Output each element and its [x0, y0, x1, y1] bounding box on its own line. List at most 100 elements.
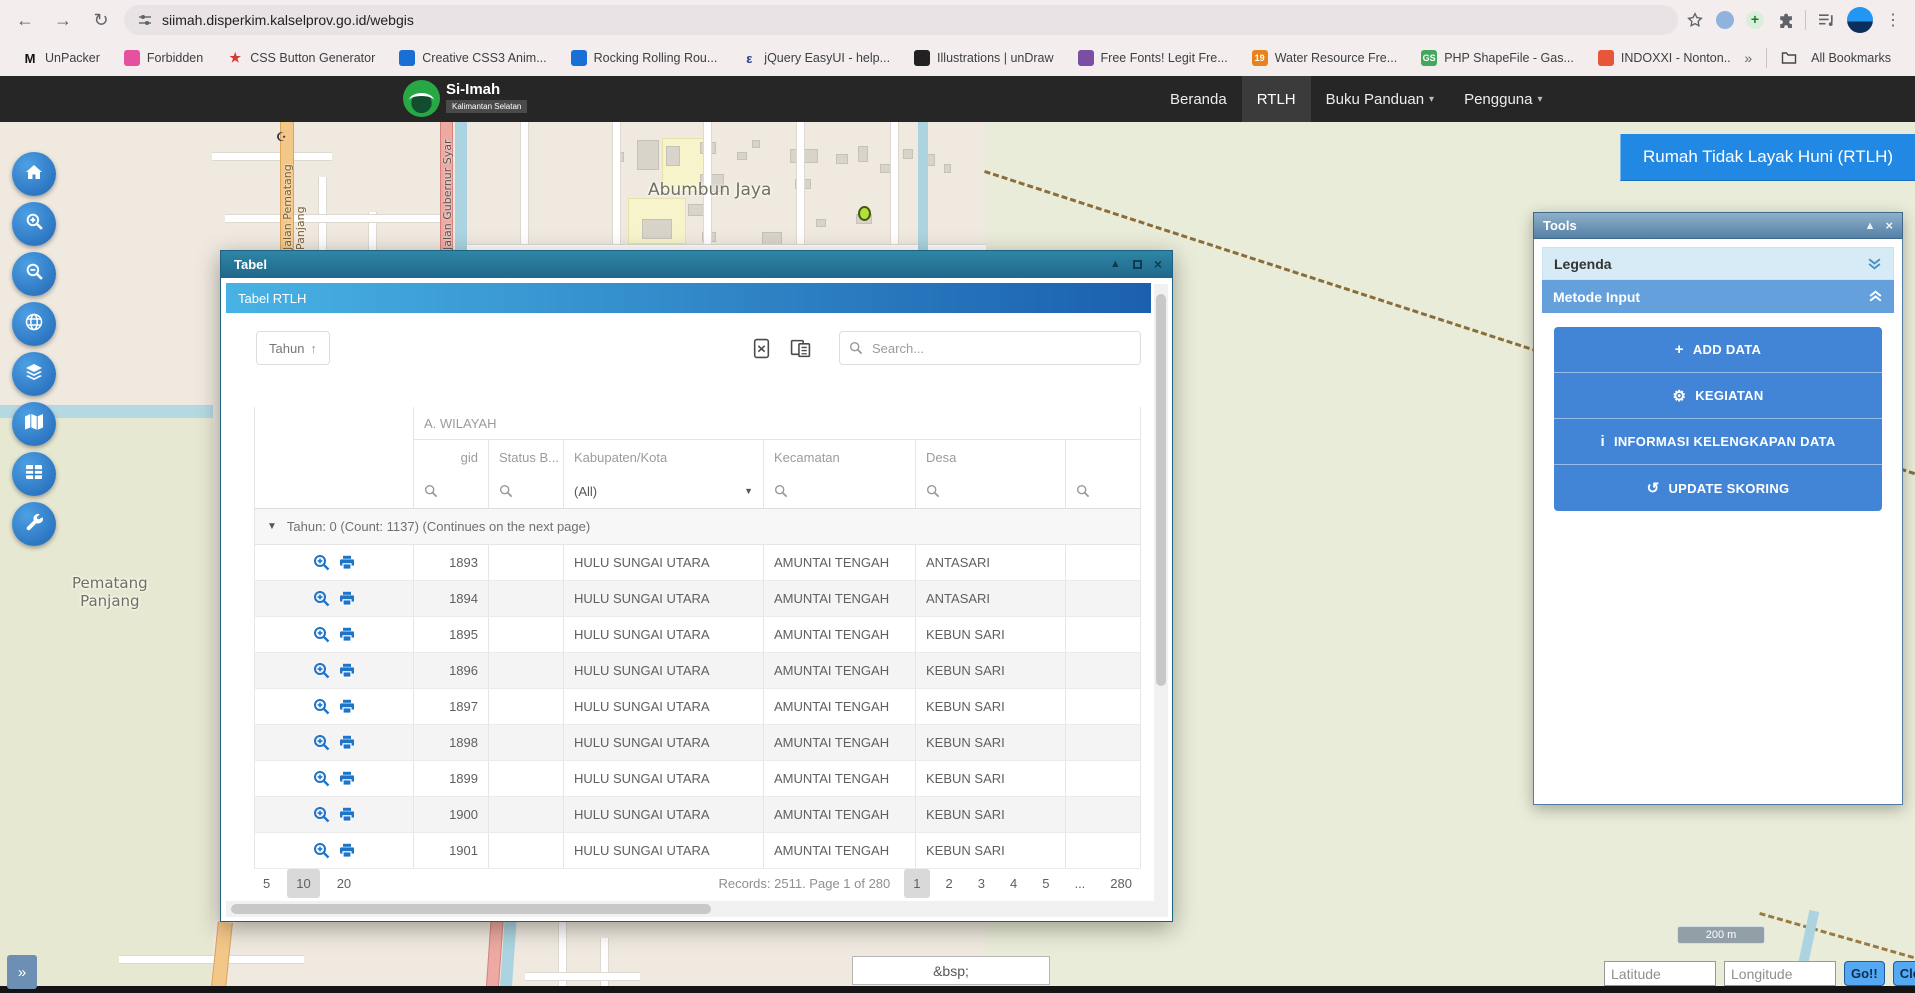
- bookmark-item[interactable]: ★CSS Button Generator: [215, 50, 387, 66]
- row-detail-zoom-icon[interactable]: [313, 734, 330, 751]
- close-icon[interactable]: ×: [1885, 218, 1893, 233]
- nav-item-beranda[interactable]: Beranda: [1155, 76, 1242, 122]
- sidebar-button-globe[interactable]: [12, 302, 56, 346]
- row-detail-zoom-icon[interactable]: [313, 698, 330, 715]
- group-collapse-icon[interactable]: ▼: [267, 521, 277, 532]
- bookmarks-overflow-button[interactable]: »: [1744, 50, 1752, 66]
- site-settings-icon[interactable]: [138, 13, 152, 27]
- new-extension-icon[interactable]: +: [1746, 11, 1764, 29]
- table-row[interactable]: 1893HULU SUNGAI UTARAAMUNTAI TENGAHANTAS…: [254, 545, 1141, 581]
- nav-item-rtlh[interactable]: RTLH: [1242, 76, 1311, 122]
- row-detail-zoom-icon[interactable]: [313, 842, 330, 859]
- bookmark-item[interactable]: Rocking Rolling Rou...: [559, 50, 730, 66]
- tools-panel-titlebar[interactable]: Tools ▲ ×: [1533, 212, 1903, 239]
- row-detail-zoom-icon[interactable]: [313, 806, 330, 823]
- row-print-icon[interactable]: [339, 591, 355, 606]
- bookmark-item[interactable]: εjQuery EasyUI - help...: [729, 50, 902, 66]
- clear-button[interactable]: Clear: [1893, 961, 1915, 986]
- close-icon[interactable]: ×: [1154, 259, 1162, 270]
- header-gid[interactable]: gid: [414, 440, 489, 474]
- button-informasi-kelengkapan-data[interactable]: iINFORMASI KELENGKAPAN DATA: [1554, 419, 1882, 465]
- nav-item-pengguna[interactable]: Pengguna▾: [1449, 76, 1557, 122]
- table-row[interactable]: 1898HULU SUNGAI UTARAAMUNTAI TENGAHKEBUN…: [254, 725, 1141, 761]
- filter-kecamatan[interactable]: [764, 474, 916, 509]
- row-print-icon[interactable]: [339, 699, 355, 714]
- row-print-icon[interactable]: [339, 555, 355, 570]
- table-row[interactable]: 1901HULU SUNGAI UTARAAMUNTAI TENGAHKEBUN…: [254, 833, 1141, 869]
- row-detail-zoom-icon[interactable]: [313, 770, 330, 787]
- profile-avatar[interactable]: [1847, 7, 1873, 33]
- filter-kabupaten-select[interactable]: (All)▼: [564, 474, 764, 509]
- page-280[interactable]: 280: [1101, 869, 1141, 898]
- table-row[interactable]: 1899HULU SUNGAI UTARAAMUNTAI TENGAHKEBUN…: [254, 761, 1141, 797]
- row-detail-zoom-icon[interactable]: [313, 554, 330, 571]
- map-marker-dot[interactable]: [858, 206, 871, 221]
- bookmark-item[interactable]: MUnPacker: [10, 50, 112, 66]
- page-size-10[interactable]: 10: [287, 869, 319, 898]
- collapse-icon[interactable]: ▲: [1865, 220, 1876, 232]
- bookmark-item[interactable]: Free Fonts! Legit Fre...: [1066, 50, 1240, 66]
- row-print-icon[interactable]: [339, 627, 355, 642]
- button-add-data[interactable]: +ADD DATA: [1554, 327, 1882, 373]
- row-print-icon[interactable]: [339, 735, 355, 750]
- latitude-input[interactable]: [1604, 961, 1716, 986]
- header-kecamatan[interactable]: Kecamatan: [764, 440, 916, 474]
- page-2[interactable]: 2: [937, 869, 962, 898]
- button-update-skoring[interactable]: ↺UPDATE SKORING: [1554, 465, 1882, 511]
- longitude-input[interactable]: [1724, 961, 1836, 986]
- extensions-puzzle-icon[interactable]: [1776, 12, 1793, 29]
- table-row[interactable]: 1900HULU SUNGAI UTARAAMUNTAI TENGAHKEBUN…: [254, 797, 1141, 833]
- header-status[interactable]: Status B...: [489, 440, 564, 474]
- sidebar-button-table[interactable]: [12, 452, 56, 496]
- table-row[interactable]: 1895HULU SUNGAI UTARAAMUNTAI TENGAHKEBUN…: [254, 617, 1141, 653]
- row-print-icon[interactable]: [339, 663, 355, 678]
- filter-gid[interactable]: [414, 474, 489, 509]
- bookmark-item[interactable]: 19Water Resource Fre...: [1240, 50, 1410, 66]
- export-xlsx-icon[interactable]: [751, 338, 772, 359]
- table-row[interactable]: 1896HULU SUNGAI UTARAAMUNTAI TENGAHKEBUN…: [254, 653, 1141, 689]
- column-chooser-icon[interactable]: [790, 339, 811, 358]
- header-desa[interactable]: Desa: [916, 440, 1066, 474]
- vertical-scrollbar-thumb[interactable]: [1156, 294, 1166, 686]
- chrome-menu-icon[interactable]: ⋮: [1885, 10, 1901, 30]
- nav-item-buku-panduan[interactable]: Buku Panduan▾: [1311, 76, 1449, 122]
- tab-list-icon[interactable]: [1818, 13, 1835, 28]
- page-1[interactable]: 1: [904, 869, 929, 898]
- button-kegiatan[interactable]: ⚙KEGIATAN: [1554, 373, 1882, 419]
- sidebar-button-zoom-in[interactable]: [12, 202, 56, 246]
- row-print-icon[interactable]: [339, 771, 355, 786]
- table-window-titlebar[interactable]: Tabel ▲ ×: [221, 251, 1172, 278]
- reload-icon[interactable]: ↻: [86, 5, 116, 35]
- bookmark-star-icon[interactable]: [1686, 11, 1704, 29]
- extension-icon[interactable]: [1716, 11, 1734, 29]
- page-3[interactable]: 3: [969, 869, 994, 898]
- page-size-5[interactable]: 5: [254, 869, 279, 898]
- grid-group-row[interactable]: ▼ Tahun: 0 (Count: 1137) (Continues on t…: [254, 509, 1141, 545]
- all-bookmarks-button[interactable]: All Bookmarks: [1811, 51, 1891, 65]
- filter-extra[interactable]: [1066, 474, 1141, 509]
- page-size-20[interactable]: 20: [328, 869, 360, 898]
- go-button[interactable]: Go!!: [1844, 961, 1885, 986]
- bookmark-item[interactable]: Forbidden: [112, 50, 215, 66]
- page-5[interactable]: 5: [1033, 869, 1058, 898]
- sidebar-button-tools[interactable]: [12, 502, 56, 546]
- header-kabupaten[interactable]: Kabupaten/Kota: [564, 440, 764, 474]
- sidebar-button-home[interactable]: [12, 152, 56, 196]
- search-input[interactable]: [870, 340, 1131, 357]
- accordion-legenda[interactable]: Legenda: [1542, 247, 1894, 280]
- row-detail-zoom-icon[interactable]: [313, 590, 330, 607]
- maximize-icon[interactable]: [1133, 260, 1142, 269]
- sort-tahun-button[interactable]: Tahun ↑: [256, 331, 330, 365]
- expand-panel-button[interactable]: »: [7, 955, 37, 989]
- bookmark-item[interactable]: Illustrations | unDraw: [902, 50, 1066, 66]
- sidebar-button-map[interactable]: [12, 402, 56, 446]
- row-print-icon[interactable]: [339, 843, 355, 858]
- page-4[interactable]: 4: [1001, 869, 1026, 898]
- bookmark-item[interactable]: GSPHP ShapeFile - Gas...: [1409, 50, 1586, 66]
- bookmark-item[interactable]: INDOXXI - Nonton...: [1586, 50, 1730, 66]
- filter-status[interactable]: [489, 474, 564, 509]
- accordion-metode-input[interactable]: Metode Input: [1542, 280, 1894, 313]
- table-row[interactable]: 1897HULU SUNGAI UTARAAMUNTAI TENGAHKEBUN…: [254, 689, 1141, 725]
- filter-desa[interactable]: [916, 474, 1066, 509]
- back-icon[interactable]: ←: [10, 5, 40, 35]
